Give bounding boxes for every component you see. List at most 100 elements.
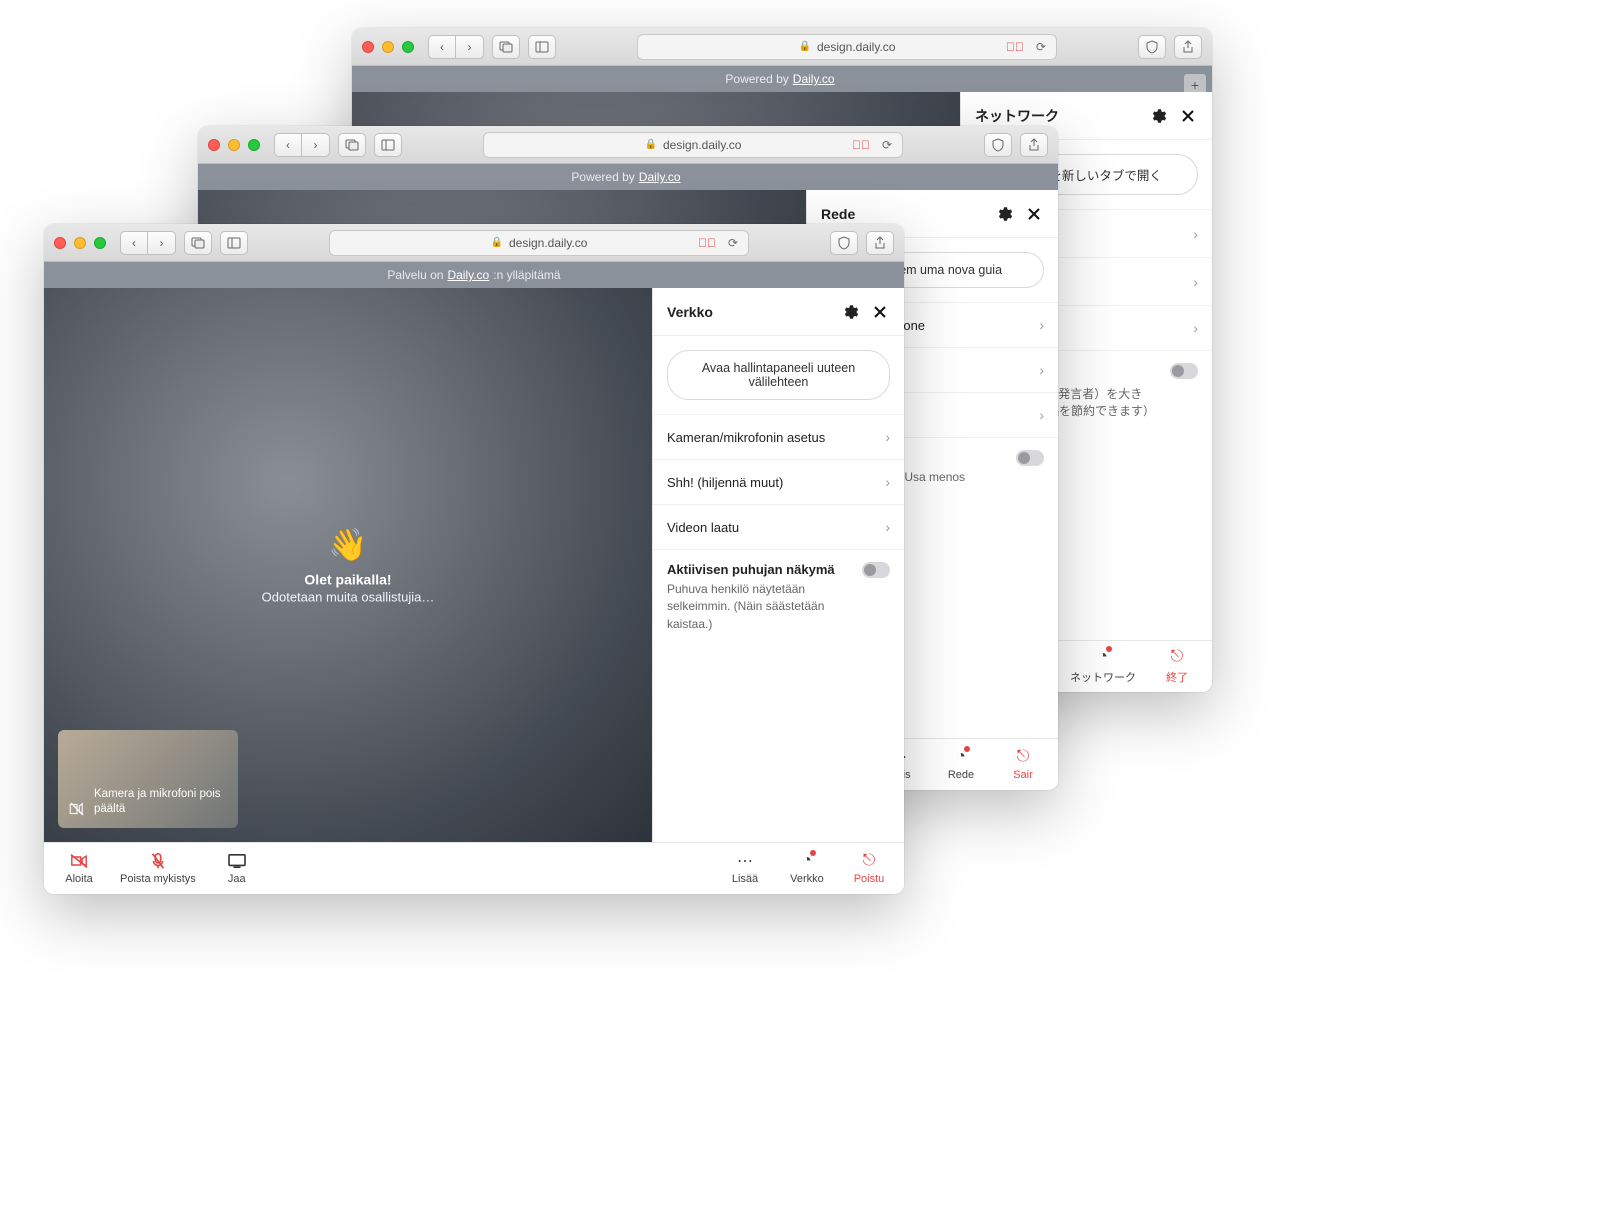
chevron-right-icon: › <box>1039 317 1044 333</box>
tab-overview-button[interactable] <box>492 35 520 59</box>
camera-blocked-icon[interactable]: 📷⃠ <box>852 138 870 152</box>
close-icon[interactable] <box>1178 106 1198 126</box>
minimize-window-icon[interactable] <box>74 237 86 249</box>
privacy-report-button[interactable] <box>1138 35 1166 59</box>
url-text: design.daily.co <box>817 40 896 54</box>
reload-icon[interactable]: ⟳ <box>882 138 892 152</box>
share-button[interactable] <box>866 231 894 255</box>
leave-icon: ⎋ <box>863 852 876 870</box>
traffic-lights[interactable] <box>362 41 414 53</box>
active-speaker-toggle[interactable] <box>1016 450 1044 466</box>
share-button[interactable] <box>1174 35 1202 59</box>
close-window-icon[interactable] <box>54 237 66 249</box>
address-bar[interactable]: 🔒 design.daily.co 📷⃠ ⟳ <box>637 34 1057 60</box>
daily-link[interactable]: Daily.co <box>447 268 489 282</box>
network-button[interactable]: ◔ Verkko <box>786 852 828 885</box>
gear-icon[interactable] <box>1148 106 1168 126</box>
mic-toggle-button[interactable]: Poista mykistys <box>120 852 196 885</box>
chevron-right-icon: › <box>1193 320 1198 336</box>
lock-icon: 🔒 <box>799 41 811 52</box>
reload-icon[interactable]: ⟳ <box>728 236 738 250</box>
daily-link[interactable]: Daily.co <box>793 72 835 86</box>
gauge-icon: ◔ <box>956 748 966 766</box>
chevron-right-icon: › <box>1193 274 1198 290</box>
sidebar-toggle-button[interactable] <box>374 133 402 157</box>
dots-icon: ⋯ <box>737 852 753 870</box>
wave-icon: 👋 <box>262 526 435 564</box>
network-button[interactable]: ◔ Rede <box>940 748 982 781</box>
privacy-report-button[interactable] <box>984 133 1012 157</box>
maximize-window-icon[interactable] <box>248 139 260 151</box>
minimize-window-icon[interactable] <box>382 41 394 53</box>
minimize-window-icon[interactable] <box>228 139 240 151</box>
tab-overview-button[interactable] <box>184 231 212 255</box>
share-screen-button[interactable]: Jaa <box>216 852 258 885</box>
address-bar[interactable]: 🔒 design.daily.co 📷⃠ ⟳ <box>329 230 749 256</box>
close-window-icon[interactable] <box>208 139 220 151</box>
content-area: 👋 Olet paikalla! Odotetaan muita osallis… <box>44 288 904 842</box>
panel-row-video-quality[interactable]: Videon laatu › <box>653 504 904 549</box>
leave-button[interactable]: ⎋ Poistu <box>848 852 890 885</box>
mic-off-icon <box>150 852 166 870</box>
self-tile-label: Kamera ja mikrofoni pois päältä <box>94 787 228 818</box>
close-icon[interactable] <box>870 302 890 322</box>
daily-link[interactable]: Daily.co <box>639 170 681 184</box>
close-icon[interactable] <box>1024 204 1044 224</box>
browser-window-fi: ‹ › 🔒 design.daily.co 📷⃠ ⟳ Palvelu on Da… <box>44 224 904 894</box>
back-button[interactable]: ‹ <box>120 231 148 255</box>
powered-by-banner: Palvelu on Daily.co :n ylläpitämä <box>44 262 904 288</box>
camera-off-icon <box>69 852 89 870</box>
waiting-message: 👋 Olet paikalla! Odotetaan muita osallis… <box>262 526 435 605</box>
camera-toggle-button[interactable]: Aloita <box>58 852 100 885</box>
chevron-right-icon: › <box>1039 362 1044 378</box>
tab-overview-button[interactable] <box>338 133 366 157</box>
privacy-report-button[interactable] <box>830 231 858 255</box>
active-speaker-toggle[interactable] <box>1170 363 1198 379</box>
more-button[interactable]: ⋯ Lisää <box>724 852 766 885</box>
open-dashboard-pill[interactable]: Avaa hallintapaneeli uuteen välilehteen <box>667 350 890 400</box>
powered-by-banner: Powered by Daily.co <box>198 164 1058 190</box>
maximize-window-icon[interactable] <box>402 41 414 53</box>
network-button[interactable]: ◔ ネットワーク <box>1070 648 1136 685</box>
nav-back-forward[interactable]: ‹ › <box>274 133 330 157</box>
forward-button[interactable]: › <box>456 35 484 59</box>
bottom-bar: Aloita Poista mykistys Jaa ⋯ Lisää ◔ <box>44 842 904 894</box>
chevron-right-icon: › <box>885 474 890 490</box>
sidebar-toggle-button[interactable] <box>220 231 248 255</box>
share-button[interactable] <box>1020 133 1048 157</box>
panel-title: ネットワーク <box>975 106 1059 126</box>
traffic-lights[interactable] <box>54 237 106 249</box>
gear-icon[interactable] <box>840 302 860 322</box>
active-speaker-toggle[interactable] <box>862 562 890 578</box>
nav-back-forward[interactable]: ‹ › <box>120 231 176 255</box>
nav-back-forward[interactable]: ‹ › <box>428 35 484 59</box>
traffic-lights[interactable] <box>208 139 260 151</box>
panel-title: Rede <box>821 206 855 222</box>
camera-mic-off-icon <box>68 800 86 818</box>
back-button[interactable]: ‹ <box>428 35 456 59</box>
titlebar: ‹ › 🔒 design.daily.co 📷⃠ ⟳ <box>44 224 904 262</box>
camera-blocked-icon[interactable]: 📷⃠ <box>698 236 716 250</box>
leave-icon: ⎋ <box>1017 748 1030 766</box>
reload-icon[interactable]: ⟳ <box>1036 40 1046 54</box>
back-button[interactable]: ‹ <box>274 133 302 157</box>
close-window-icon[interactable] <box>362 41 374 53</box>
panel-row-camera-mic[interactable]: Kameran/mikrofonin asetus › <box>653 414 904 459</box>
lock-icon: 🔒 <box>491 237 503 248</box>
active-speaker-block: Aktiivisen puhujan näkymä Puhuva henkilö… <box>653 549 904 649</box>
gear-icon[interactable] <box>994 204 1014 224</box>
leave-button[interactable]: ⎋ 終了 <box>1156 648 1198 685</box>
camera-blocked-icon[interactable]: 📷⃠ <box>1006 40 1024 54</box>
maximize-window-icon[interactable] <box>94 237 106 249</box>
forward-button[interactable]: › <box>302 133 330 157</box>
leave-button[interactable]: ⎋ Sair <box>1002 748 1044 781</box>
video-area: 👋 Olet paikalla! Odotetaan muita osallis… <box>44 288 652 842</box>
panel-row-mute-all[interactable]: Shh! (hiljennä muut) › <box>653 459 904 504</box>
network-panel: Verkko Avaa hallintapaneeli uuteen välil… <box>652 288 904 842</box>
chevron-right-icon: › <box>885 519 890 535</box>
self-video-tile[interactable]: Kamera ja mikrofoni pois päältä <box>58 730 238 828</box>
titlebar: ‹ › 🔒 design.daily.co 📷⃠ ⟳ <box>352 28 1212 66</box>
address-bar[interactable]: 🔒 design.daily.co 📷⃠ ⟳ <box>483 132 903 158</box>
forward-button[interactable]: › <box>148 231 176 255</box>
sidebar-toggle-button[interactable] <box>528 35 556 59</box>
